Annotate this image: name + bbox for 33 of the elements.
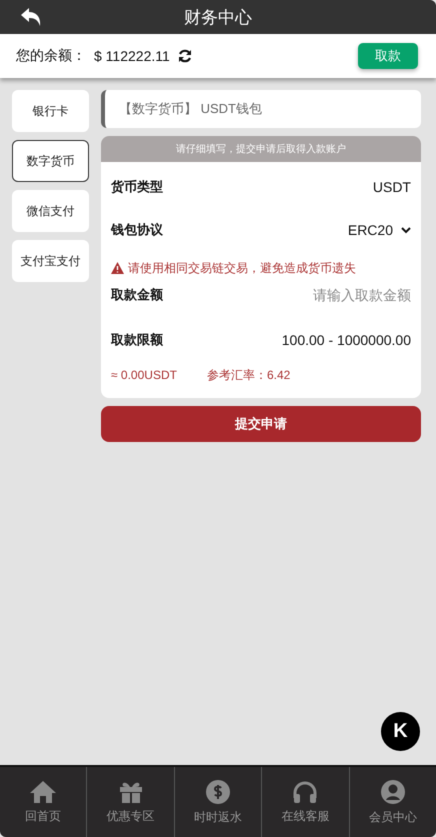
balance-amount: $ 112222.11 (94, 48, 170, 64)
nav-item[interactable]: 会员中心 (350, 767, 436, 837)
balance-label: 您的余额： (16, 47, 86, 65)
field-label: 取款限额 (111, 331, 163, 349)
payment-method-tab[interactable]: 微信支付 (12, 190, 89, 232)
refresh-icon[interactable] (178, 49, 192, 63)
field-label: 钱包协议 (111, 221, 163, 239)
protocol-select[interactable]: ERC20 (348, 222, 411, 238)
dollar-badge-icon (205, 778, 232, 804)
page-title: 财务中心 (184, 6, 252, 28)
user-avatar-icon (380, 778, 406, 804)
wallet-title: 【数字货币】 USDT钱包 (119, 100, 262, 118)
payment-method-tab[interactable]: 支付宝支付 (12, 240, 89, 282)
warning-text: 请使用相同交易链交易，避免造成货币遗失 (128, 260, 356, 276)
floating-chat-button[interactable]: K (381, 712, 420, 751)
caret-icon (401, 226, 411, 234)
payment-method-tab[interactable]: 数字货币 (12, 140, 89, 182)
warning-icon (111, 262, 124, 274)
submit-button[interactable]: 提交申请 (101, 406, 421, 442)
field-value: USDT (372, 179, 411, 195)
converted-amount: ≈ 0.00USDT (111, 368, 177, 382)
nav-item[interactable]: 在线客服 (262, 767, 350, 837)
nav-item[interactable]: 优惠专区 (87, 767, 175, 837)
field-label: 取款金额 (111, 286, 163, 304)
exchange-rate: 参考汇率：6.42 (206, 366, 290, 384)
headset-icon (292, 780, 318, 804)
nav-item[interactable]: 回首页 (0, 767, 88, 837)
field-value: 100.00 - 1000000.00 (282, 332, 411, 348)
notice-text: 请仔细填写，提交申请后取得入款账户 (176, 142, 346, 156)
nav-item[interactable]: 时时返水 (174, 767, 262, 837)
payment-method-tab[interactable]: 银行卡 (12, 90, 89, 132)
field-label: 货币类型 (111, 178, 163, 196)
home-icon (29, 780, 58, 804)
